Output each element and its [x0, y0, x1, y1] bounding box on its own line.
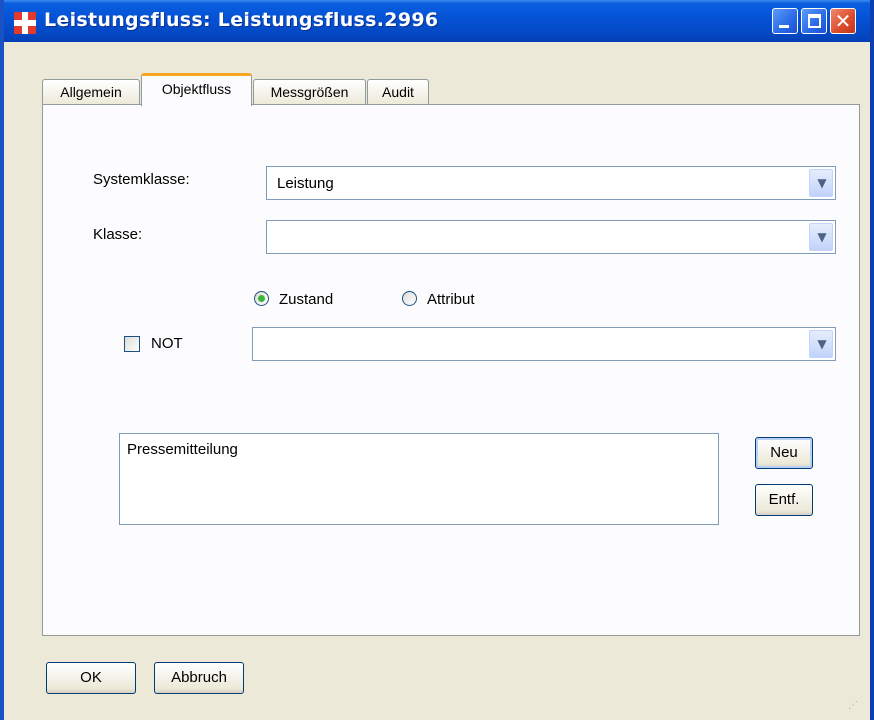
minimize-button[interactable]	[772, 8, 798, 34]
list-item[interactable]: Pressemitteilung	[127, 441, 238, 458]
not-checkbox[interactable]	[124, 336, 140, 352]
radio-attribut[interactable]	[402, 291, 417, 306]
radio-zustand-label[interactable]: Zustand	[279, 291, 333, 308]
title-bar[interactable]: Leistungsfluss: Leistungsfluss.2996 ✕	[4, 0, 870, 42]
tab-messgroessen[interactable]: Messgrößen	[253, 79, 366, 105]
tab-objektfluss[interactable]: Objektfluss	[141, 73, 252, 106]
window-title: Leistungsfluss: Leistungsfluss.2996	[44, 9, 439, 31]
chevron-down-icon: ▼	[817, 230, 827, 244]
klasse-dropdown[interactable]: ▼	[266, 220, 836, 254]
systemklasse-dropdown-button[interactable]: ▼	[809, 169, 833, 197]
zustand-dropdown-button[interactable]: ▼	[809, 330, 833, 358]
app-icon	[14, 12, 36, 34]
neu-button[interactable]: Neu	[755, 437, 813, 469]
close-button[interactable]: ✕	[830, 8, 856, 34]
minimize-icon	[779, 25, 789, 28]
tab-audit[interactable]: Audit	[367, 79, 429, 105]
systemklasse-dropdown[interactable]: Leistung ▼	[266, 166, 836, 200]
close-icon: ✕	[834, 9, 852, 33]
radio-attribut-label[interactable]: Attribut	[427, 291, 475, 308]
systemklasse-value: Leistung	[277, 175, 334, 192]
chevron-down-icon: ▼	[817, 176, 827, 190]
maximize-icon	[808, 14, 821, 28]
dialog-window: Leistungsfluss: Leistungsfluss.2996 ✕ Al…	[0, 0, 874, 720]
entf-button[interactable]: Entf.	[755, 484, 813, 516]
tab-allgemein[interactable]: Allgemein	[42, 79, 140, 105]
radio-zustand[interactable]	[254, 291, 269, 306]
klasse-label: Klasse:	[93, 226, 143, 243]
object-listbox[interactable]: Pressemitteilung	[119, 433, 719, 525]
abbruch-button[interactable]: Abbruch	[154, 662, 244, 694]
klasse-dropdown-button[interactable]: ▼	[809, 223, 833, 251]
zustand-dropdown[interactable]: ▼	[252, 327, 836, 361]
ok-button[interactable]: OK	[46, 662, 136, 694]
radio-selected-dot	[258, 295, 265, 302]
maximize-button[interactable]	[801, 8, 827, 34]
not-checkbox-label[interactable]: NOT	[151, 335, 183, 352]
resize-grip-icon[interactable]: ⋰	[848, 700, 862, 714]
systemklasse-label: Systemklasse:	[93, 171, 190, 188]
chevron-down-icon: ▼	[817, 337, 827, 351]
